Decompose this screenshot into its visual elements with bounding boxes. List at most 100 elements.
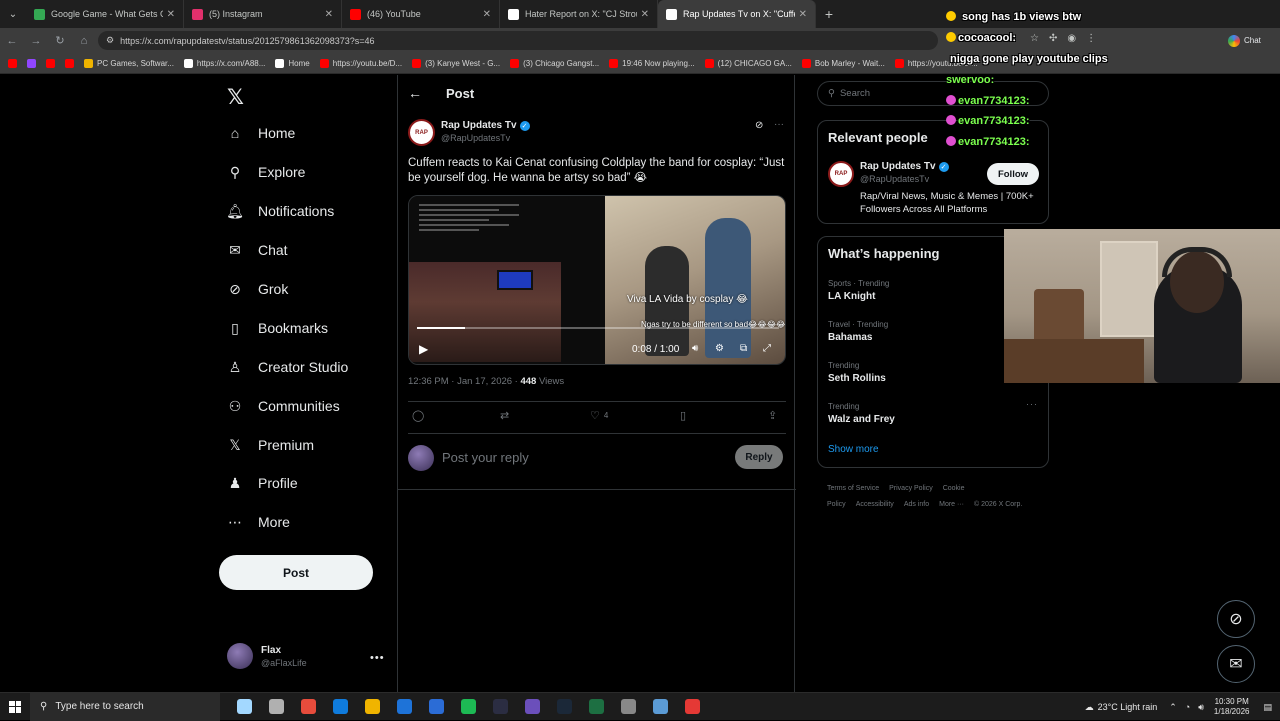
relevant-person-handle[interactable]: @RapUpdatesTv	[860, 174, 929, 184]
sidebar-item-explore[interactable]: ⚲ Explore	[218, 154, 306, 190]
bookmark-item[interactable]	[8, 58, 17, 68]
account-switcher[interactable]: Flax @aFlaxLife	[227, 643, 307, 669]
tray-chevron-icon[interactable]: ⌃	[1169, 702, 1177, 713]
taskbar-app-icon[interactable]	[388, 699, 420, 714]
sidebar-item-creator-studio[interactable]: ♙ Creator Studio	[218, 349, 349, 385]
sidebar-item-bookmarks[interactable]: ▯ Bookmarks	[218, 310, 328, 346]
address-bar[interactable]: ⚙ https://x.com/rapupdatestv/status/2012…	[98, 31, 938, 50]
bookmark-item[interactable]: Home	[275, 58, 310, 68]
post-button[interactable]: Post	[219, 555, 373, 590]
sidebar-item-premium[interactable]: 𝕏 Premium	[218, 427, 314, 463]
tweet-timestamp[interactable]: 12:36 PM · Jan 17, 2026 ·	[408, 376, 518, 387]
share-icon[interactable]: ⇪	[768, 409, 777, 422]
settings-gear-icon[interactable]: ⚙	[715, 343, 724, 354]
sidebar-item-more[interactable]: ⋯ More	[218, 504, 290, 540]
notifications-icon[interactable]: ▤	[1263, 702, 1272, 713]
taskbar-app-icon[interactable]	[516, 699, 548, 714]
taskbar-app-icon[interactable]	[452, 699, 484, 714]
reply-input[interactable]: Post your reply	[442, 450, 529, 465]
bookmark-item[interactable]: PC Games, Softwar...	[84, 58, 174, 68]
taskbar-app-icon[interactable]	[484, 699, 516, 714]
play-icon[interactable]: ▶	[419, 342, 428, 356]
footer-link[interactable]: Ads info	[904, 501, 929, 508]
bookmark-item[interactable]	[27, 58, 36, 68]
footer-link[interactable]: More ···	[939, 501, 964, 508]
trend-item[interactable]: Sports · Trending LA Knight	[828, 279, 889, 302]
bookmark-icon[interactable]: ▯	[680, 409, 686, 422]
taskbar-app-icon[interactable]	[292, 699, 324, 714]
reload-icon[interactable]: ↻	[48, 34, 72, 47]
sidebar-item-home[interactable]: ⌂ Home	[218, 115, 296, 151]
wifi-icon[interactable]: ◔	[1185, 702, 1190, 712]
tweet-more-icon[interactable]: ···	[774, 119, 784, 130]
browser-tab[interactable]: (5) Instagram ✕	[184, 0, 342, 28]
sidebar-item-profile[interactable]: ♟ Profile	[218, 465, 298, 501]
bookmark-item[interactable]: (3) Kanye West - G...	[412, 58, 500, 68]
taskbar-app-icon[interactable]	[676, 699, 708, 714]
footer-link[interactable]: © 2026 X Corp.	[974, 501, 1022, 508]
back-icon[interactable]: ←	[0, 35, 24, 47]
show-more-link[interactable]: Show more	[828, 444, 879, 455]
avatar[interactable]: RAP	[828, 161, 854, 187]
grok-icon[interactable]: ⊘	[755, 120, 763, 131]
account-more-icon[interactable]: •••	[370, 652, 385, 664]
bookmark-item[interactable]: https://x.com/A88...	[183, 58, 265, 68]
extensions-icon[interactable]: ✣	[1049, 33, 1057, 44]
volume-icon[interactable]: 🔊︎	[1198, 702, 1204, 713]
follow-button[interactable]: Follow	[987, 163, 1039, 185]
footer-link[interactable]: Privacy Policy	[889, 485, 933, 492]
trend-item[interactable]: Trending Seth Rollins	[828, 361, 886, 384]
back-arrow-icon[interactable]: ←	[408, 85, 422, 101]
bookmark-item[interactable]: Bob Marley - Wait...	[801, 58, 885, 68]
relevant-person-name[interactable]: Rap Updates Tv ✓	[860, 161, 949, 172]
taskbar-clock[interactable]: 10:30 PM 1/18/2026	[1214, 697, 1250, 717]
taskbar-app-icon[interactable]	[420, 699, 452, 714]
tweet-author-name[interactable]: Rap Updates Tv ✓	[441, 120, 530, 131]
bookmark-star-icon[interactable]: ☆	[1030, 33, 1039, 44]
forward-icon[interactable]: →	[24, 35, 48, 47]
sidebar-item-notifications[interactable]: 🔔︎ Notifications	[218, 193, 334, 229]
taskbar-app-icon[interactable]	[356, 699, 388, 714]
taskbar-app-icon[interactable]	[260, 699, 292, 714]
tab-close-icon[interactable]: ✕	[325, 9, 333, 20]
start-button[interactable]	[0, 700, 30, 713]
repost-icon[interactable]: ⇄	[500, 409, 509, 422]
tab-close-icon[interactable]: ✕	[799, 9, 807, 20]
sidebar-item-grok[interactable]: ⊘ Grok	[218, 271, 288, 307]
trend-more-icon[interactable]: ···	[1026, 399, 1038, 409]
taskbar-app-icon[interactable]	[548, 699, 580, 714]
bookmark-item[interactable]: 19:46 Now playing...	[609, 58, 695, 68]
pip-icon[interactable]: ⧉	[740, 343, 747, 354]
taskbar-app-icon[interactable]	[644, 699, 676, 714]
weather-icon[interactable]: ☁	[1085, 702, 1094, 713]
trend-item[interactable]: Travel · Trending Bahamas	[828, 320, 888, 343]
bookmark-item[interactable]: https://youtu.be/D...	[319, 58, 402, 68]
grok-fab-icon[interactable]: ⊘	[1217, 600, 1255, 638]
tab-close-icon[interactable]: ✕	[483, 9, 491, 20]
tab-close-icon[interactable]: ✕	[641, 9, 649, 20]
browser-tab[interactable]: (46) YouTube ✕	[342, 0, 500, 28]
tweet-author-handle[interactable]: @RapUpdatesTv	[441, 133, 510, 143]
browser-chat-button[interactable]: Chat	[1228, 32, 1278, 49]
browser-tab[interactable]: Hater Report on X: "CJ Stroud tryin ✕	[500, 0, 658, 28]
video-progress-bar[interactable]	[417, 327, 779, 329]
profile-avatar[interactable]: ◉	[1067, 33, 1076, 44]
taskbar-app-icon[interactable]	[228, 699, 260, 714]
weather-text[interactable]: 23°C Light rain	[1098, 702, 1158, 712]
taskbar-search[interactable]: ⚲ Type here to search	[30, 692, 220, 721]
bookmark-item[interactable]	[46, 58, 55, 68]
new-tab-button[interactable]: +	[816, 6, 842, 22]
browser-tab[interactable]: Rap Updates Tv on X: "Cuffem rea ✕	[658, 0, 816, 28]
tab-close-icon[interactable]: ✕	[167, 9, 175, 20]
taskbar-app-icon[interactable]	[612, 699, 644, 714]
taskbar-app-icon[interactable]	[324, 699, 356, 714]
bookmark-item[interactable]	[65, 58, 74, 68]
volume-icon[interactable]: 🔊︎	[692, 343, 698, 354]
fullscreen-icon[interactable]: ⤢	[763, 343, 771, 354]
browser-menu-icon[interactable]: ⋮	[1086, 33, 1096, 44]
messages-fab-icon[interactable]: ✉	[1217, 645, 1255, 683]
like-button[interactable]: ♡ 4	[590, 409, 608, 422]
site-info-icon[interactable]: ⚙	[106, 35, 114, 46]
sidebar-item-chat[interactable]: ✉ Chat	[218, 232, 287, 268]
tab-search-icon[interactable]: ⌄	[0, 0, 26, 28]
